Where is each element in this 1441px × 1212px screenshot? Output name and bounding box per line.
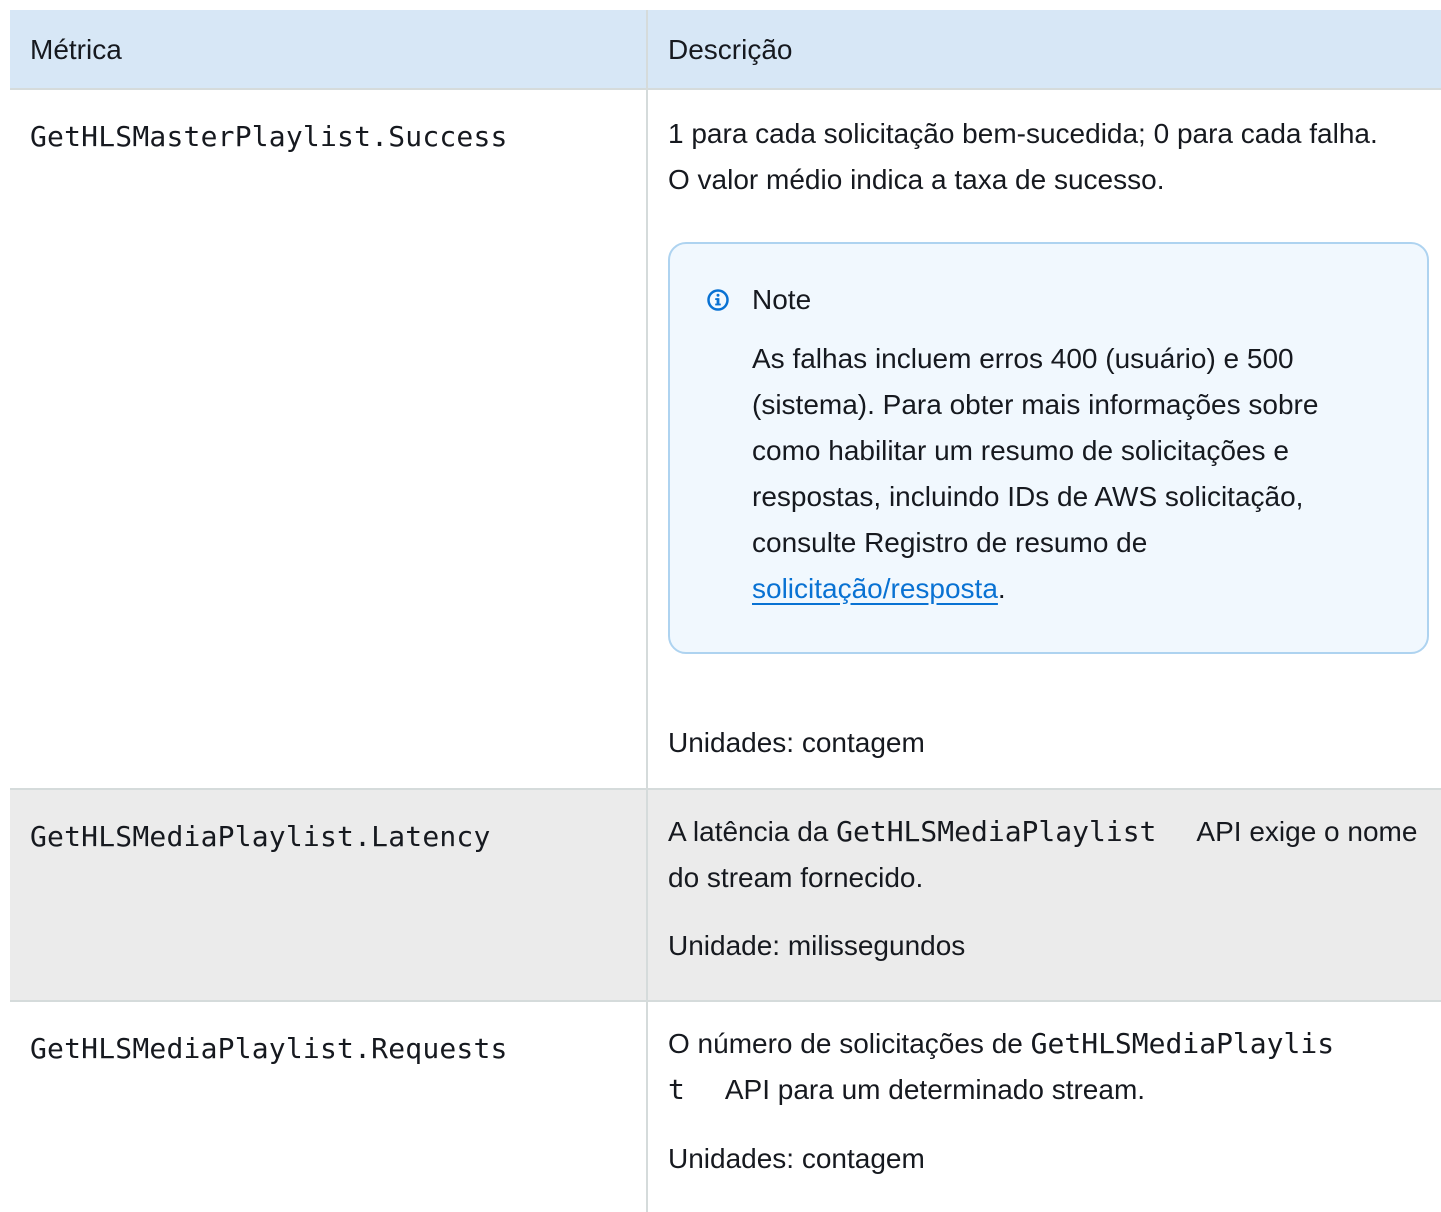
description-text: O número de solicitações de [668, 1028, 1031, 1059]
metric-description: O número de solicitações de GetHLSMediaP… [668, 1021, 1378, 1113]
info-circle-icon [707, 289, 729, 311]
table-header-row: Métrica Descrição [10, 10, 1441, 90]
note-body-suffix: . [997, 573, 1006, 604]
header-description: Descrição [668, 34, 793, 65]
api-name-code: GetHLSMediaPlaylist [836, 815, 1157, 848]
metric-name: GetHLSMediaPlaylist.Latency [30, 820, 491, 853]
note-body-text: As falhas incluem erros 400 (usuário) e … [752, 343, 1319, 558]
table-row: GetHLSMasterPlaylist.Success 1 para cada… [10, 90, 1441, 790]
description-text: A latência da [668, 816, 837, 847]
table-row: GetHLSMediaPlaylist.Latency A latência d… [10, 790, 1441, 1002]
note-body: As falhas incluem erros 400 (usuário) e … [752, 336, 1392, 612]
table-row: GetHLSMediaPlaylist.Requests O número de… [10, 1002, 1441, 1212]
metric-name: GetHLSMediaPlaylist.Requests [30, 1032, 508, 1065]
header-metric: Métrica [10, 10, 648, 88]
metric-units: Unidades: contagem [668, 727, 925, 758]
note-callout: Note As falhas incluem erros 400 (usuári… [668, 242, 1429, 654]
description-cell: O número de solicitações de GetHLSMediaP… [648, 1002, 1441, 1212]
metric-cell: GetHLSMasterPlaylist.Success [10, 90, 648, 788]
note-title: Note [752, 284, 812, 315]
metric-units: Unidades: contagem [668, 1143, 925, 1174]
metric-cell: GetHLSMediaPlaylist.Requests [10, 1002, 648, 1212]
metric-cell: GetHLSMediaPlaylist.Latency [10, 790, 648, 1000]
metrics-table: Métrica Descrição GetHLSMasterPlaylist.S… [10, 10, 1441, 1212]
description-cell: A latência da GetHLSMediaPlaylist API exi… [648, 790, 1441, 1000]
description-text-suffix: API para um determinado stream. [724, 1074, 1146, 1105]
description-cell: 1 para cada solicitação bem-sucedida; 0 … [648, 90, 1441, 788]
metric-name: GetHLSMasterPlaylist.Success [30, 120, 508, 153]
metric-description: A latência da GetHLSMediaPlaylist API exi… [668, 809, 1441, 901]
metric-units: Unidade: milissegundos [668, 930, 966, 961]
metric-description: 1 para cada solicitação bem-sucedida; 0 … [668, 118, 1378, 195]
request-response-logging-link[interactable]: solicitação/resposta [752, 573, 998, 604]
